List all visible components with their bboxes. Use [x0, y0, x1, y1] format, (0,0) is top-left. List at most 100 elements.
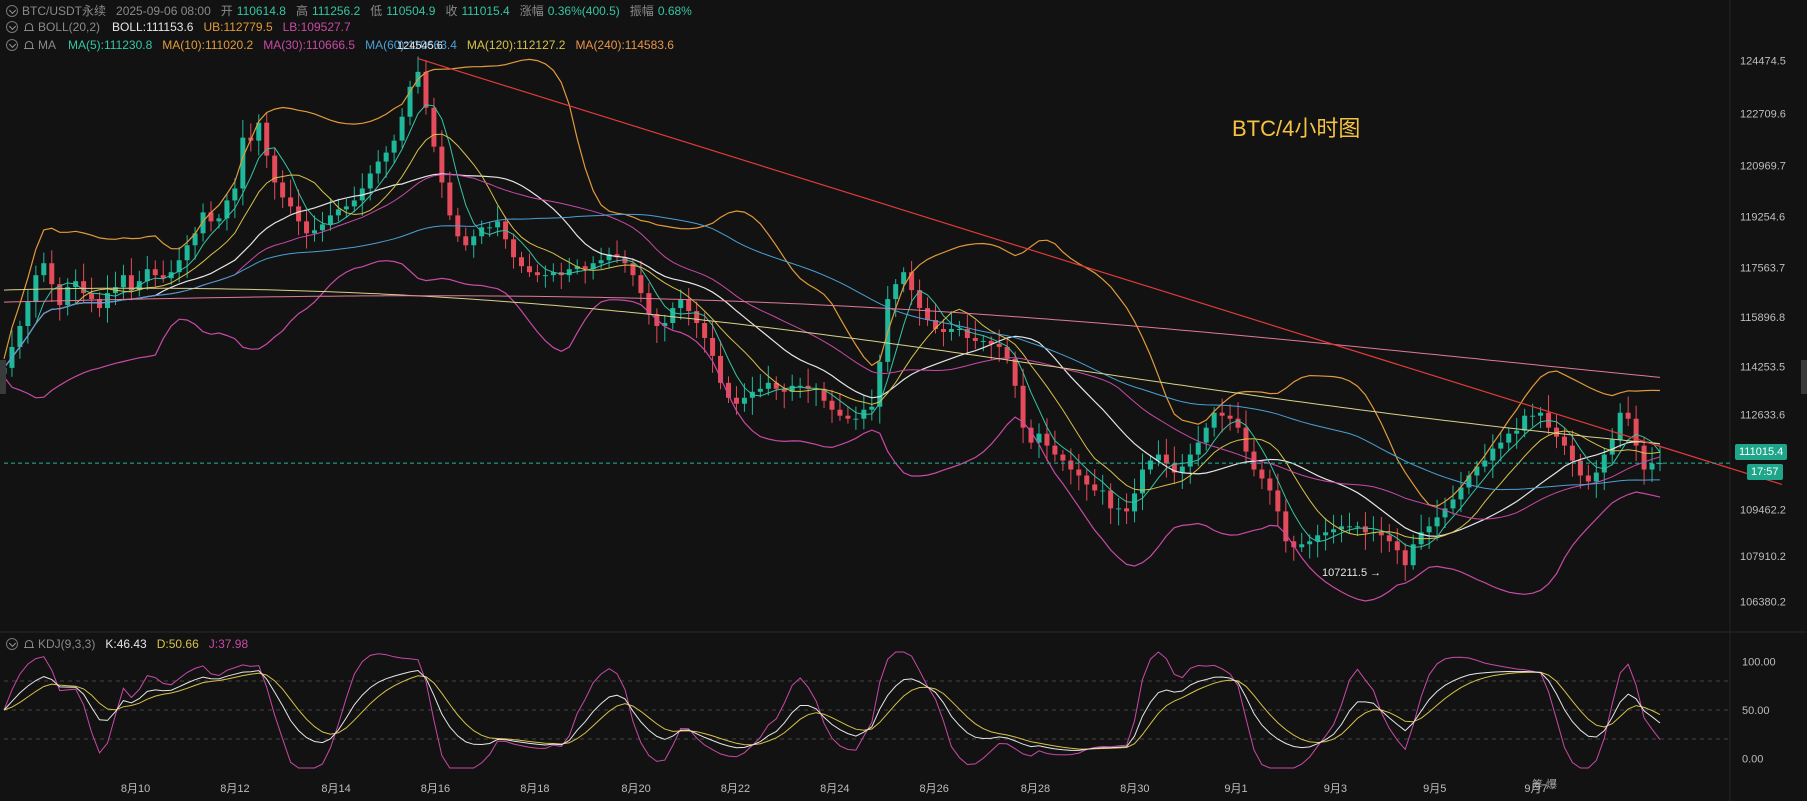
kdj-k-value: K:46.43: [105, 637, 147, 651]
kdj-name: KDJ(9,3,3): [38, 637, 96, 651]
candle-body: [1100, 490, 1106, 492]
low-marker: 107211.5 →: [1322, 567, 1382, 579]
x-tick-label: 8月14: [321, 783, 350, 795]
candle-body: [956, 328, 962, 330]
candle-body: [829, 400, 835, 410]
x-tick-label: 8月24: [820, 783, 849, 795]
candle-body: [940, 328, 946, 332]
candle-body: [1044, 433, 1050, 446]
candle-body: [1124, 508, 1130, 512]
candle-body: [1530, 415, 1536, 417]
candle-body: [1267, 478, 1273, 491]
candle-body: [296, 206, 302, 222]
candle-body: [312, 230, 317, 234]
right-collapse-handle[interactable]: [1801, 360, 1807, 394]
candle-body: [1402, 550, 1408, 566]
symbol-name: BTC/USDT永续: [22, 4, 107, 18]
close-value: 111015.4: [461, 3, 510, 18]
x-tick-label: 8月12: [220, 783, 249, 795]
amplitude-value: 0.68%: [657, 3, 692, 18]
chevron-down-icon[interactable]: [6, 21, 18, 33]
candle-body: [1275, 490, 1281, 512]
candle-body: [367, 173, 373, 189]
candle-body: [1163, 454, 1169, 464]
candle-body: [972, 337, 978, 341]
x-tick-label: 8月10: [121, 783, 150, 795]
low-value: 110504.9: [386, 3, 436, 18]
candle-body: [184, 245, 190, 261]
open-value: 110614.8: [236, 3, 286, 18]
candle-body: [1092, 484, 1098, 491]
candle-body: [327, 215, 333, 225]
y-tick-label: 114253.5: [1740, 361, 1785, 373]
chart-canvas[interactable]: 124474.5 122709.6 120969.7 119254.6 117563.7…: [0, 0, 1807, 801]
x-tick-label: 8月28: [1021, 783, 1050, 795]
kdj-header: KDJ(9,3,3) K:46.43 D:50.66 J:37.98: [0, 637, 252, 651]
chevron-down-icon[interactable]: [6, 39, 18, 51]
candle-body: [1076, 469, 1082, 476]
candle-body: [702, 323, 708, 338]
boll-name: BOLL(20,2): [38, 20, 101, 34]
candle-body: [996, 343, 1002, 347]
candle-body: [1147, 460, 1153, 470]
candle-body: [1394, 541, 1400, 551]
bell-icon[interactable]: [24, 639, 34, 649]
candle-body: [710, 337, 716, 356]
candle-body: [1012, 358, 1018, 386]
y-tick-label: 107910.2: [1740, 551, 1786, 563]
candle-body: [1378, 532, 1384, 536]
candle-body: [853, 418, 859, 420]
candle-body: [741, 397, 747, 404]
chevron-down-icon[interactable]: [6, 638, 18, 650]
candle-body: [1354, 526, 1360, 528]
boll-lb-value: LB:109527.7: [282, 20, 351, 34]
candle-body: [49, 263, 55, 285]
candle-body: [304, 221, 310, 234]
current-price-tag: 111015.4: [1735, 444, 1788, 460]
kdj-d-value: D:50.66: [156, 637, 199, 651]
chevron-down-icon[interactable]: [6, 4, 18, 17]
candle-body: [1052, 445, 1058, 455]
candle-body: [670, 308, 676, 324]
bell-icon[interactable]: [24, 22, 34, 32]
x-tick-label: 8月16: [421, 783, 450, 795]
candle-body: [519, 257, 524, 267]
candle-body: [1068, 460, 1074, 470]
candle-body: [1299, 544, 1305, 548]
candle-body: [351, 200, 357, 207]
candle-body: [845, 415, 851, 419]
candle-body: [1219, 412, 1225, 416]
chart-annotation: BTC/4小时图: [1232, 116, 1361, 141]
y-tick-label: 109462.2: [1740, 505, 1786, 517]
candle-body: [1386, 535, 1392, 542]
x-tick-label: 8月18: [520, 783, 549, 795]
bell-icon[interactable]: [24, 40, 34, 50]
candle-body: [757, 388, 763, 392]
footer-right-label[interactable]: 筹 爆: [1532, 776, 1557, 792]
candle-body: [399, 116, 405, 141]
candle-body: [1116, 508, 1122, 510]
x-tick-label: 8月26: [920, 783, 949, 795]
candle-body: [1211, 412, 1217, 428]
left-collapse-handle[interactable]: [0, 360, 6, 394]
candle-body: [1617, 412, 1623, 440]
close-label: 收: [445, 4, 458, 18]
candle-body: [1195, 442, 1201, 455]
y-tick-label: 119254.6: [1740, 212, 1785, 224]
candle-body: [1108, 490, 1114, 509]
x-tick-label: 8月20: [621, 783, 650, 795]
x-tick-label: 9月5: [1423, 783, 1446, 795]
candle-body: [1514, 430, 1520, 434]
candle-body: [1362, 526, 1368, 533]
candle-body: [495, 221, 501, 228]
low-label: 低: [370, 4, 383, 18]
y-tick-label: 115896.8: [1740, 312, 1785, 324]
candle-body: [319, 224, 325, 231]
change-value: 0.36%(400.5): [547, 3, 620, 18]
candle-body: [375, 161, 381, 174]
boll-header: BOLL(20,2) BOLL:111153.6 UB:112779.5 LB:…: [0, 20, 355, 34]
candle-body: [232, 188, 238, 201]
y-tick-label: 112633.6: [1740, 410, 1785, 422]
candle-body: [1593, 472, 1599, 482]
x-tick-label: 9月1: [1224, 783, 1247, 795]
